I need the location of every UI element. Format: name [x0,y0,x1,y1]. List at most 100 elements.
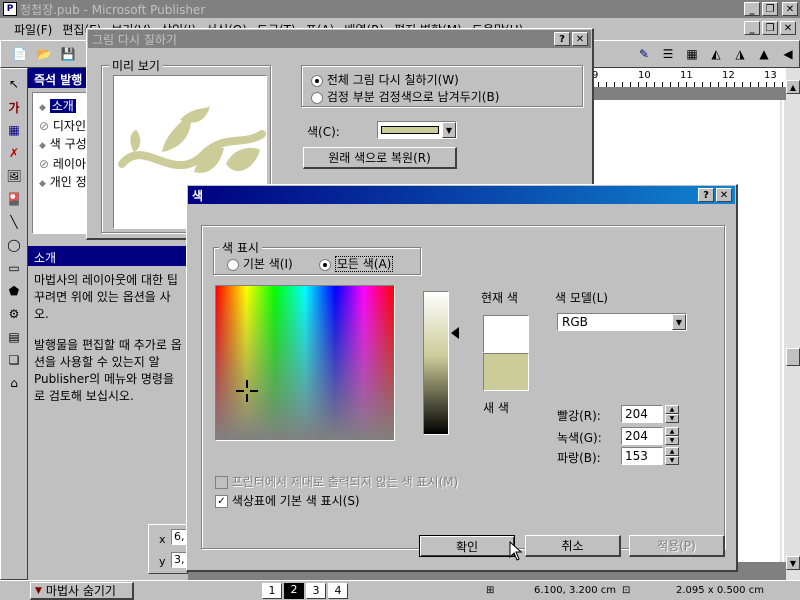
bullet-icon: ◆ [39,141,46,151]
size-icon: ⊡ [622,585,631,596]
basic-colors-check-row: ✓ 색상표에 기본 색 표시(S) [215,492,360,509]
restore-button[interactable]: ❐ [762,2,778,16]
app-titlebar: P 청첩장.pub - Microsoft Publisher _ ❐ ✕ [0,0,800,18]
flip-vertical-icon[interactable]: ▲ [753,43,775,65]
basic-colors-checkbox[interactable]: ✓ [215,495,228,508]
html-code-icon[interactable]: ▤ [3,326,25,348]
dropdown-arrow-icon[interactable]: ▼ [442,122,456,138]
clipart-icon[interactable]: 🎴 [3,188,25,210]
doc-close-button[interactable]: ✕ [780,21,796,35]
restore-original-button[interactable]: 원래 색으로 복원(R) [303,147,457,169]
radio-all-colors[interactable] [319,258,331,271]
table-frame-icon[interactable]: ▦ [3,119,25,141]
app-icon: P [3,2,17,16]
scroll-thumb[interactable] [786,348,800,366]
open-icon[interactable]: 📂 [33,43,55,65]
line-style-icon[interactable]: ☰ [657,43,679,65]
status-bar: ▼ 마법사 숨기기 1 2 3 4 ⊞ 6.100, 3.200 cm ⊡ 2.… [0,580,800,600]
save-icon[interactable]: 💾 [57,43,79,65]
position-icon: ⊞ [486,585,495,596]
option-recolor-all[interactable]: 전체 그림 다시 칠하기(W) [311,71,459,88]
current-color-label: 현재 색 [481,291,518,305]
color-label: 색(C): [307,125,340,139]
page-3[interactable]: 3 [306,583,326,599]
picture-frame-icon[interactable]: 🖼 [3,165,25,187]
coordinate-box: x 6, y 3, [148,524,189,574]
new-icon[interactable]: 📄 [9,43,31,65]
flip-horizontal-icon[interactable]: ◀ [777,43,799,65]
color-spectrum[interactable] [215,285,395,441]
vertical-scrollbar[interactable]: ▲ ▼ [786,68,800,580]
bullet-icon: ◆ [39,179,46,189]
option-leave-black[interactable]: 검정 부분 검정색으로 남겨두기(B) [311,88,499,105]
option-basic-colors[interactable]: 기본 색(I) [227,255,293,272]
green-spinner[interactable]: ▲ ▼ [665,427,679,445]
red-input[interactable]: 204 [621,405,663,423]
option-all-colors[interactable]: 모든 색(A) [319,255,394,272]
radio-leave-black[interactable] [311,91,323,104]
cancel-button[interactable]: 취소 [525,535,621,557]
doc-minimize-button[interactable]: _ [744,21,760,35]
red-label: 빨강(R): [557,409,601,423]
rotate-right-icon[interactable]: ◮ [729,43,751,65]
mouse-cursor-icon [509,541,523,561]
doc-restore-button[interactable]: ❐ [762,21,778,35]
close-button[interactable]: ✕ [782,2,798,16]
wordart-icon[interactable]: ✗ [3,142,25,164]
color-swatch [381,126,439,134]
color-titlebar: 색 ? ✕ [188,186,735,204]
rotate-left-icon[interactable]: ◭ [705,43,727,65]
blue-spinner[interactable]: ▲ ▼ [665,447,679,465]
arrow-down-icon: ▼ [35,585,42,596]
page-4[interactable]: 4 [328,583,348,599]
recolor-close-button[interactable]: ✕ [572,32,588,46]
minimize-button[interactable]: _ [744,2,760,16]
objects-toolbar: ↖ 가 ▦ ✗ 🖼 🎴 ╲ ◯ ▭ ⬟ ⚙ ▤ ❏ ⌂ [0,68,28,580]
radio-basic-colors[interactable] [227,258,239,271]
crosshair-icon [236,380,258,402]
dropdown-arrow-icon[interactable]: ▼ [672,314,686,330]
printer-check-row: 프린터에서 제대로 출력되지 않는 색 표시(M) [215,473,458,490]
properties-icon[interactable]: ▦ [681,43,703,65]
green-input[interactable]: 204 [621,427,663,445]
color-dropdown[interactable]: ▼ [377,121,457,139]
printer-checkbox[interactable] [215,476,228,489]
no-icon: ⊘ [39,119,50,133]
text-frame-icon[interactable]: 가 [3,96,25,118]
line-color-icon[interactable]: ✎ [633,43,655,65]
blue-input[interactable]: 153 [621,447,663,465]
ok-button[interactable]: 확인 [419,535,515,557]
menu-file[interactable]: 파일(F) [14,21,52,38]
hide-wizard-button[interactable]: ▼ 마법사 숨기기 [30,582,134,600]
page-navigator: 1 2 3 4 [262,583,348,599]
oval-icon[interactable]: ◯ [3,234,25,256]
recolor-help-button[interactable]: ? [554,32,570,46]
horizontal-ruler: 9 10 11 12 13 [590,68,786,88]
web-tools-icon[interactable]: ⌂ [3,372,25,394]
preview-label: 미리 보기 [109,57,163,74]
bullet-icon: ◆ [39,103,46,113]
status-size: 2.095 x 0.500 cm [676,585,764,596]
current-color-swatch [483,315,529,353]
color-help-button[interactable]: ? [698,188,714,202]
rectangle-icon[interactable]: ▭ [3,257,25,279]
new-color-swatch [483,353,529,391]
wizard-intro-title: 소개 [28,246,188,266]
pointer-icon[interactable]: ↖ [3,73,25,95]
color-model-dropdown[interactable]: RGB ▼ [557,313,687,331]
form-control-icon[interactable]: ⚙ [3,303,25,325]
luminance-slider[interactable] [423,291,449,435]
color-close-button[interactable]: ✕ [716,188,732,202]
new-color-label: 새 색 [483,401,509,415]
no-icon: ⊘ [39,157,50,171]
page-2[interactable]: 2 [284,583,304,599]
design-gallery-icon[interactable]: ❏ [3,349,25,371]
page-1[interactable]: 1 [262,583,282,599]
radio-recolor-all[interactable] [311,74,323,87]
red-spinner[interactable]: ▲ ▼ [665,405,679,423]
luminance-arrow-icon[interactable] [451,327,459,339]
green-label: 녹색(G): [557,431,602,445]
apply-button[interactable]: 적용(P) [629,535,725,557]
line-icon[interactable]: ╲ [3,211,25,233]
custom-shape-icon[interactable]: ⬟ [3,280,25,302]
